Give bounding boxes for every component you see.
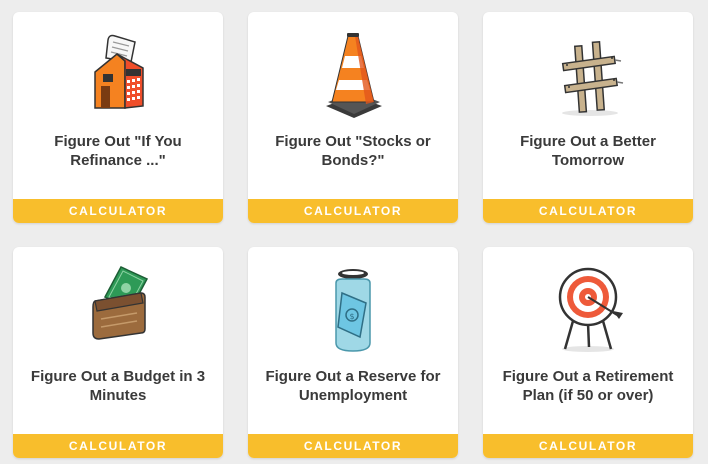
card-refinance[interactable]: Figure Out "If You Refinance ..." CALCUL… [13,12,223,223]
card-better-tomorrow[interactable]: Figure Out a Better Tomorrow CALCULATOR [483,12,693,223]
calculator-button[interactable]: CALCULATOR [13,434,223,458]
card-retirement-plan[interactable]: Figure Out a Retirement Plan (if 50 or o… [483,247,693,458]
card-stocks-or-bonds[interactable]: Figure Out "Stocks or Bonds?" CALCULATOR [248,12,458,223]
card-title: Figure Out a Better Tomorrow [520,133,656,169]
card-title: Figure Out "Stocks or Bonds?" [275,133,431,169]
card-unemployment-reserve[interactable]: $ Figure Out a Reserve for Unemployment … [248,247,458,458]
card-budget[interactable]: Figure Out a Budget in 3 Minutes CALCULA… [13,247,223,458]
card-title: Figure Out a Retirement Plan (if 50 or o… [502,368,674,404]
card-title: Figure Out a Budget in 3 Minutes [30,368,206,404]
card-title: Figure Out "If You Refinance ..." [54,133,182,169]
calculator-button[interactable]: CALCULATOR [248,434,458,458]
target-arrow-icon [558,267,623,352]
calculator-button[interactable]: CALCULATOR [483,434,693,458]
calculator-button[interactable]: CALCULATOR [13,199,223,223]
card-title: Figure Out a Reserve for Unemployment [265,368,441,404]
calculator-house-icon [94,34,144,109]
traffic-cone-icon [326,33,382,118]
svg-text:$: $ [349,312,354,321]
money-jar-icon: $ [335,269,371,352]
wooden-fence-icon [561,41,624,116]
calculator-grid: Figure Out "If You Refinance ..." CALCUL… [0,0,708,464]
calculator-button[interactable]: CALCULATOR [483,199,693,223]
wallet-cash-icon [92,266,149,340]
calculator-button[interactable]: CALCULATOR [248,199,458,223]
